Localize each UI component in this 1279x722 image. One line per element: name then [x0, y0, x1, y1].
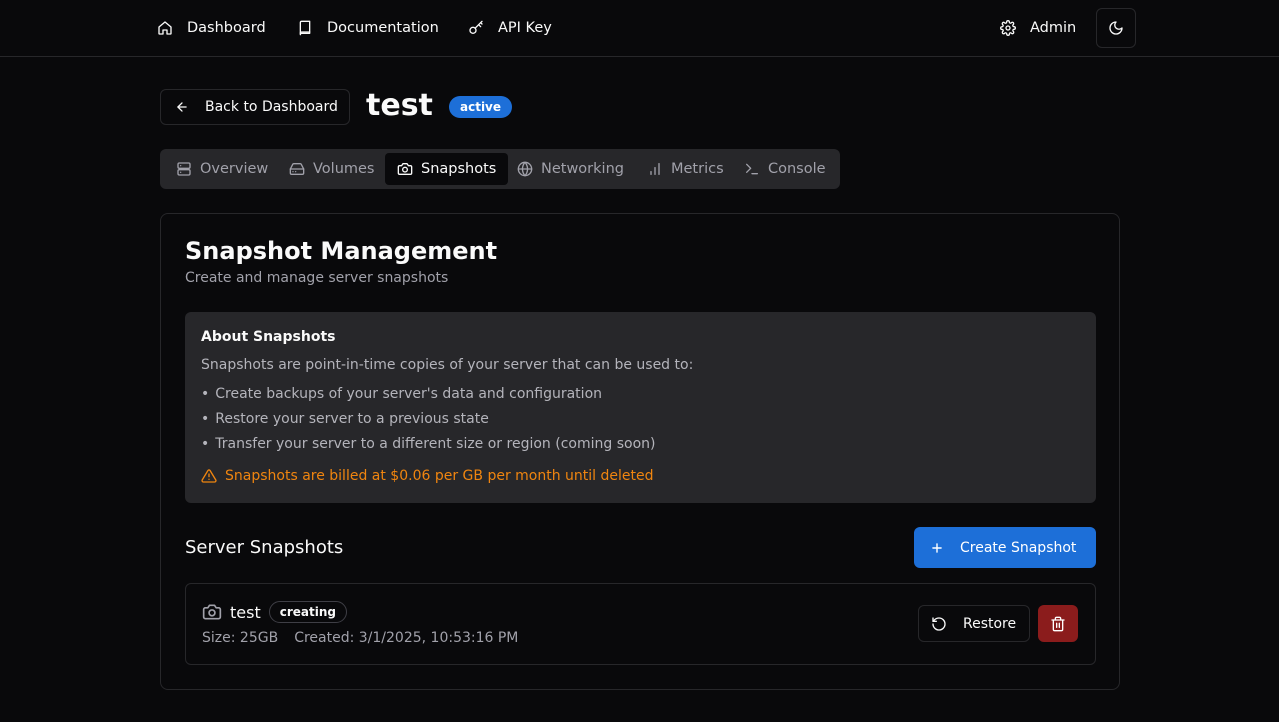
nav-admin-label: Admin: [1030, 20, 1077, 36]
tab-console[interactable]: Console: [732, 153, 838, 185]
globe-icon: [517, 161, 533, 177]
nav-dashboard-link[interactable]: Dashboard: [157, 14, 266, 42]
billing-warning: Snapshots are billed at $0.06 per GB per…: [201, 468, 654, 484]
about-bullet: • Restore your server to a previous state: [201, 411, 489, 427]
snapshot-size: Size: 25GB: [202, 630, 279, 646]
server-snapshots-heading: Server Snapshots: [185, 537, 344, 558]
create-snapshot-button[interactable]: Create Snapshot: [914, 527, 1096, 568]
home-icon: [157, 20, 173, 36]
about-title: About Snapshots: [201, 329, 336, 345]
nav-api-key-link[interactable]: API Key: [468, 14, 552, 42]
theme-toggle-button[interactable]: [1096, 8, 1136, 48]
server-icon: [176, 161, 192, 177]
nav-documentation-label: Documentation: [327, 20, 439, 36]
warning-triangle-icon: [201, 468, 217, 484]
about-description: Snapshots are point-in-time copies of yo…: [201, 357, 694, 373]
arrow-left-icon: [175, 100, 189, 114]
card-title: Snapshot Management: [185, 237, 498, 265]
about-snapshots-panel: About Snapshots Snapshots are point-in-t…: [185, 312, 1096, 503]
camera-icon: [397, 161, 413, 177]
restore-button[interactable]: Restore: [918, 605, 1030, 642]
nav-dashboard-label: Dashboard: [187, 20, 266, 36]
card-subtitle: Create and manage server snapshots: [185, 270, 449, 286]
server-status-badge: active: [449, 96, 513, 118]
tab-metrics-label: Metrics: [671, 161, 724, 177]
top-navbar: Dashboard Documentation API Key Admin: [0, 0, 1279, 57]
tab-volumes[interactable]: Volumes: [277, 153, 386, 185]
nav-admin-link[interactable]: Admin: [1000, 14, 1076, 42]
camera-icon: [202, 602, 222, 622]
tab-networking[interactable]: Networking: [505, 153, 636, 185]
snapshot-created: Created: 3/1/2025, 10:53:16 PM: [294, 630, 519, 646]
bar-chart-icon: [647, 161, 663, 177]
tab-overview-label: Overview: [200, 161, 269, 177]
back-to-dashboard-label: Back to Dashboard: [205, 99, 338, 115]
about-bullet: • Transfer your server to a different siz…: [201, 436, 656, 452]
nav-api-key-label: API Key: [498, 20, 552, 36]
moon-icon: [1108, 20, 1124, 36]
about-bullet: • Create backups of your server's data an…: [201, 386, 603, 402]
server-title: test: [366, 88, 433, 123]
snapshot-status-badge: creating: [268, 601, 347, 623]
key-icon: [468, 20, 484, 36]
restore-label: Restore: [963, 615, 1017, 632]
book-icon: [297, 20, 313, 36]
create-snapshot-label: Create Snapshot: [960, 539, 1077, 556]
snapshot-name: test: [230, 602, 261, 622]
server-tabs: Overview Volumes Snapshots Networking Me…: [160, 149, 840, 189]
tab-overview[interactable]: Overview: [164, 153, 280, 185]
back-to-dashboard-button[interactable]: Back to Dashboard: [160, 89, 350, 125]
gear-icon: [1000, 20, 1016, 36]
tab-snapshots-label: Snapshots: [421, 161, 497, 177]
snapshot-management-card: Snapshot Management Create and manage se…: [160, 213, 1120, 690]
hard-drive-icon: [289, 161, 305, 177]
snapshot-list-item: test creating Size: 25GB Created: 3/1/20…: [185, 583, 1096, 665]
snapshot-meta: Size: 25GB Created: 3/1/2025, 10:53:16 P…: [202, 630, 518, 646]
nav-documentation-link[interactable]: Documentation: [297, 14, 439, 42]
snapshot-name-row: test creating: [202, 601, 347, 623]
plus-icon: [930, 541, 944, 555]
tab-volumes-label: Volumes: [313, 161, 375, 177]
tab-metrics[interactable]: Metrics: [635, 153, 736, 185]
tab-snapshots[interactable]: Snapshots: [385, 153, 509, 185]
rotate-ccw-icon: [931, 616, 947, 632]
delete-snapshot-button[interactable]: [1038, 605, 1078, 642]
trash-icon: [1050, 616, 1066, 632]
tab-console-label: Console: [768, 161, 826, 177]
billing-warning-text: Snapshots are billed at $0.06 per GB per…: [225, 468, 654, 484]
terminal-icon: [744, 161, 760, 177]
tab-networking-label: Networking: [541, 161, 624, 177]
